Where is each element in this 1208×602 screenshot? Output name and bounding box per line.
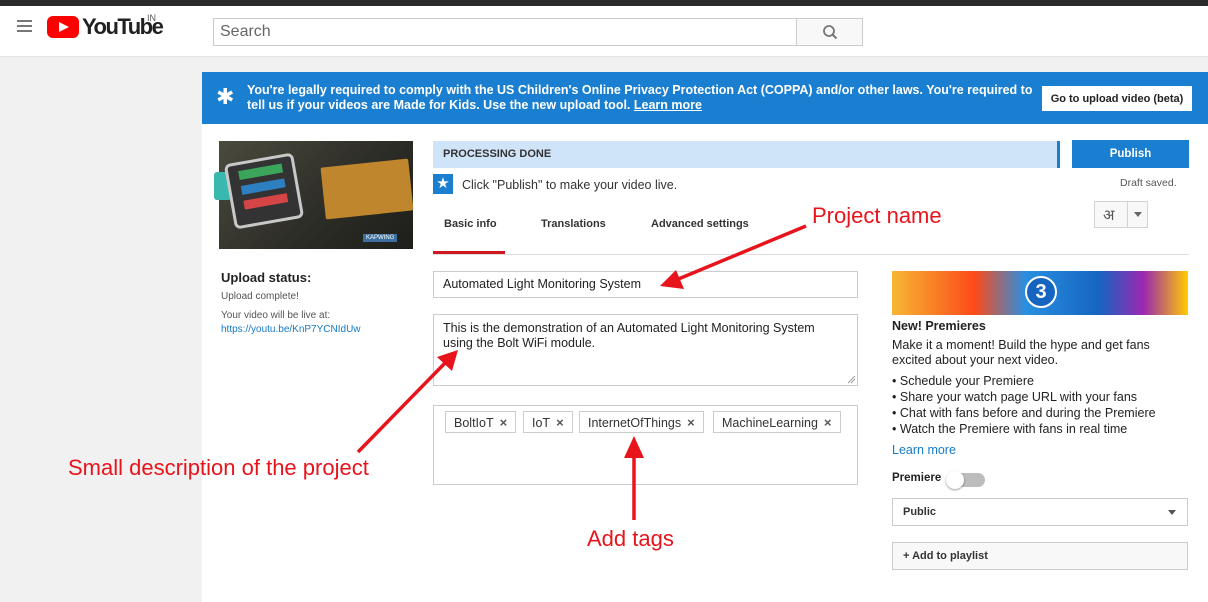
processing-status: PROCESSING DONE (443, 148, 552, 160)
tag-chip[interactable]: IoT × (523, 411, 573, 433)
promo-bullet: • Share your watch page URL with your fa… (892, 390, 1138, 404)
language-glyph: अ (1103, 207, 1115, 224)
annotation-project-name: Project name (812, 203, 942, 228)
remove-tag-icon[interactable]: × (687, 415, 695, 430)
tab-basic-info[interactable]: Basic info (444, 218, 497, 230)
search-icon (823, 25, 838, 40)
tab-advanced-settings[interactable]: Advanced settings (651, 218, 749, 230)
thumbnail-phone (223, 152, 305, 230)
chevron-down-icon[interactable] (1134, 212, 1142, 217)
publish-button[interactable]: Publish (1072, 140, 1189, 168)
banner-text: You're legally required to comply with t… (247, 83, 1037, 113)
upload-status-label: Upload status: (221, 270, 312, 285)
premiere-label: Premiere (892, 472, 942, 484)
bullet-text: Watch the Premiere with fans in real tim… (899, 422, 1128, 436)
remove-tag-icon[interactable]: × (824, 415, 832, 430)
hint-star-icon: ★ (433, 174, 453, 194)
resize-handle-icon[interactable] (846, 374, 856, 384)
upload-status-value: Upload complete! (221, 291, 299, 302)
tag-label: MachineLearning (722, 416, 818, 430)
chevron-down-icon[interactable] (1168, 510, 1176, 515)
upload-beta-button[interactable]: Go to upload video (beta) (1042, 86, 1192, 111)
tag-chip[interactable]: MachineLearning × (713, 411, 841, 433)
hamburger-menu-icon[interactable] (17, 20, 32, 32)
thumbnail-watermark: KAPWING (363, 234, 398, 242)
annotation-tags: Add tags (587, 526, 674, 551)
premiere-toggle-knob[interactable] (946, 471, 964, 489)
search-input[interactable] (214, 19, 796, 45)
tab-divider (433, 254, 1189, 255)
country-code: IN (147, 13, 156, 23)
promo-title: New! Premieres (892, 319, 986, 333)
search-box[interactable] (213, 18, 797, 46)
add-to-playlist-button[interactable]: + Add to playlist (892, 542, 1188, 570)
bullet-text: Chat with fans before and during the Pre… (899, 406, 1156, 420)
search-button[interactable] (796, 18, 863, 46)
promo-description: Make it a moment! Build the hype and get… (892, 338, 1150, 367)
tag-label: InternetOfThings (588, 416, 682, 430)
tag-chip[interactable]: BoltIoT × (445, 411, 517, 433)
promo-bullet: • Schedule your Premiere (892, 374, 1034, 388)
tag-chip[interactable]: InternetOfThings × (579, 411, 704, 433)
tab-translations[interactable]: Translations (541, 218, 606, 230)
youtube-logo-icon[interactable] (47, 16, 79, 38)
thumbnail-circuit-board (320, 158, 414, 220)
tag-label: BoltIoT (454, 416, 494, 430)
publish-hint: Click "Publish" to make your video live. (462, 178, 678, 192)
countdown-badge: 3 (1025, 276, 1057, 308)
language-button-divider (1127, 202, 1128, 227)
bullet-text: Schedule your Premiere (899, 374, 1034, 388)
promo-bullet: • Chat with fans before and during the P… (892, 406, 1156, 420)
remove-tag-icon[interactable]: × (500, 415, 508, 430)
promo-learn-more-link[interactable]: Learn more (892, 443, 956, 457)
banner-star-icon: ✱ (216, 84, 235, 109)
promo-bullet: • Watch the Premiere with fans in real t… (892, 422, 1128, 436)
bullet-text: Share your watch page URL with your fans (899, 390, 1138, 404)
banner-learn-more-link[interactable]: Learn more (634, 98, 702, 112)
remove-tag-icon[interactable]: × (556, 415, 564, 430)
live-url-link[interactable]: https://youtu.be/KnP7YCNIdUw (221, 324, 361, 335)
annotation-description: Small description of the project (68, 455, 369, 480)
title-input[interactable]: Automated Light Monitoring System (433, 271, 858, 298)
tag-label: IoT (532, 416, 551, 430)
description-textarea[interactable]: This is the demonstration of an Automate… (433, 314, 858, 386)
visibility-select[interactable]: Public (892, 498, 1188, 526)
live-url-label: Your video will be live at: (221, 310, 331, 321)
draft-status: Draft saved. (1120, 177, 1177, 189)
